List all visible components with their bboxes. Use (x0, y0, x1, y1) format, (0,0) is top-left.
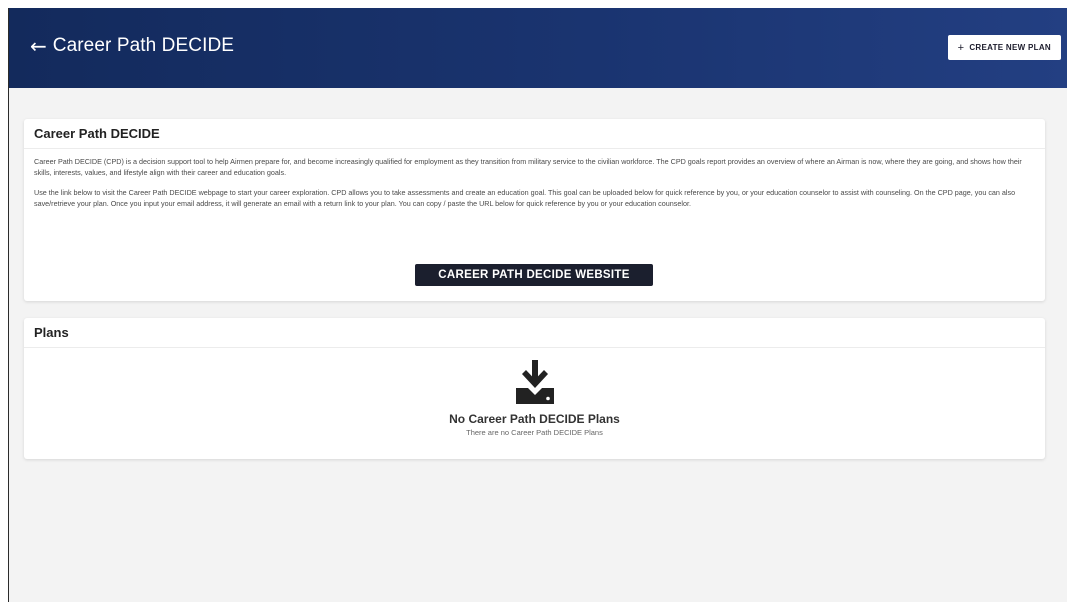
career-path-decide-website-button[interactable]: CAREER PATH DECIDE WEBSITE (415, 264, 653, 286)
app-frame: ← Career Path DECIDE + CREATE NEW PLAN C… (8, 8, 1067, 602)
plus-icon: + (957, 41, 965, 54)
page-title: Career Path DECIDE (52, 35, 235, 56)
description-paragraph-2: Use the link below to visit the Career P… (34, 188, 1016, 208)
info-card-title: Career Path DECIDE (24, 119, 1045, 149)
plans-card-title: Plans (24, 318, 1045, 348)
empty-state: No Career Path DECIDE Plans There are no… (24, 358, 1045, 437)
plans-card: Plans No Career Path DECIDE Plans There … (24, 318, 1045, 459)
create-new-plan-label: CREATE NEW PLAN (969, 43, 1051, 52)
description-paragraph-1: Career Path DECIDE (CPD) is a decision s… (34, 157, 1022, 177)
download-tray-icon (515, 360, 554, 404)
create-new-plan-button[interactable]: + CREATE NEW PLAN (947, 35, 1061, 60)
back-button[interactable]: ← Career Path DECIDE (30, 34, 234, 58)
arrow-left-icon[interactable]: ← (30, 34, 47, 58)
empty-state-title: No Career Path DECIDE Plans (449, 412, 620, 426)
page-header: ← Career Path DECIDE + CREATE NEW PLAN (9, 8, 1067, 88)
empty-state-subtitle: There are no Career Path DECIDE Plans (466, 428, 603, 437)
info-card: Career Path DECIDE Career Path DECIDE (C… (24, 119, 1045, 301)
info-card-body: Career Path DECIDE (CPD) is a decision s… (24, 149, 1045, 217)
